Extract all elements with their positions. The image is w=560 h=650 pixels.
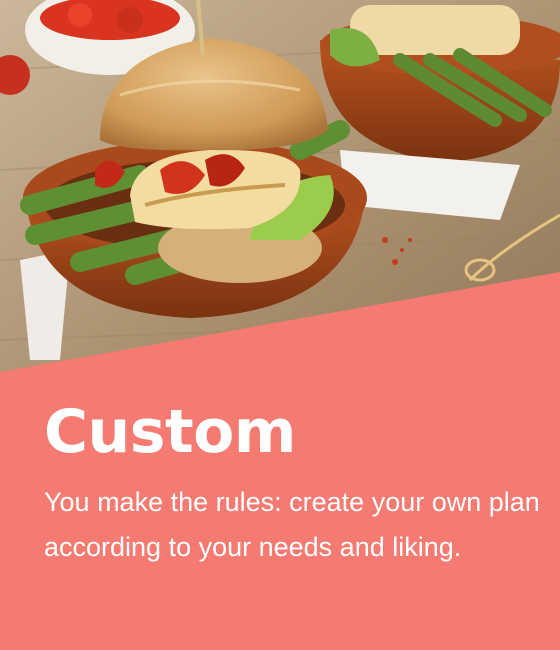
plan-card-custom[interactable]: Custom You make the rules: create your o… [0,0,560,650]
plan-description: You make the rules: create your own plan… [44,487,540,562]
plan-title: Custom [44,397,296,467]
